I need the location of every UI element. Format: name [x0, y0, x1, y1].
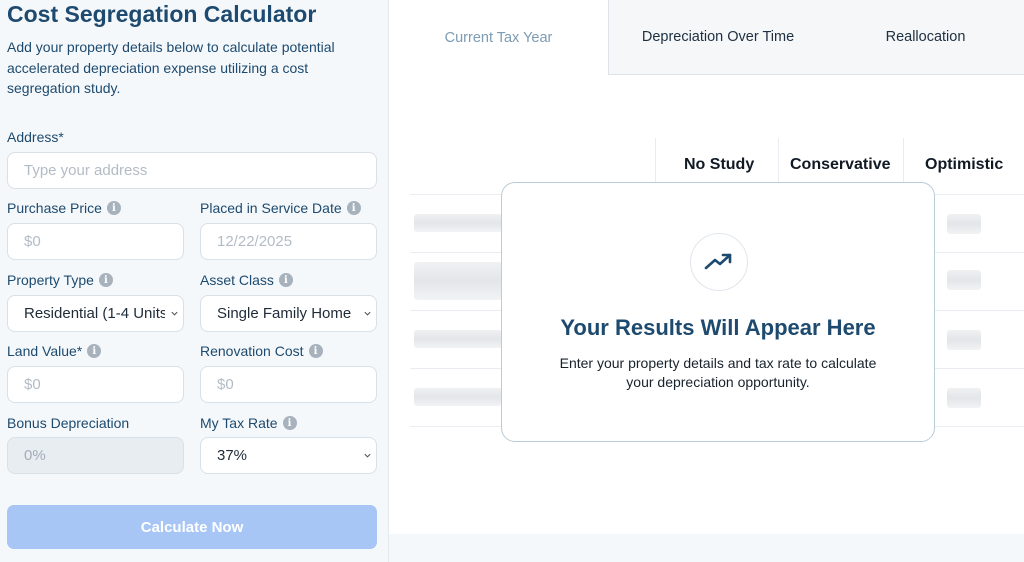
address-label-text: Address* [7, 129, 64, 145]
calculate-now-button[interactable]: Calculate Now [7, 505, 377, 549]
land-value-input[interactable]: $0 [7, 366, 184, 403]
results-placeholder-card: Your Results Will Appear Here Enter your… [501, 182, 935, 442]
land-value-label: Land Value* i [7, 343, 102, 359]
property-type-value: Residential (1-4 Units) [24, 305, 165, 322]
info-icon[interactable]: i [87, 344, 102, 358]
chevron-down-icon [171, 311, 178, 316]
asset-class-label: Asset Class i [200, 272, 293, 288]
tax-rate-label-text: My Tax Rate [200, 415, 278, 431]
skeleton-cell [947, 388, 981, 408]
tax-rate-select[interactable]: 37% [200, 437, 377, 474]
land-value-label-text: Land Value* [7, 343, 83, 359]
results-placeholder-title: Your Results Will Appear Here [560, 315, 876, 340]
purchase-price-input[interactable]: $0 [7, 223, 184, 260]
renovation-cost-label-text: Renovation Cost [200, 343, 304, 359]
column-header-optimistic: Optimistic [925, 156, 1004, 173]
renovation-cost-input[interactable]: $0 [200, 366, 377, 403]
page-description: Add your property details below to calcu… [7, 39, 335, 96]
placed-in-service-placeholder: 12/22/2025 [217, 233, 293, 250]
results-tabs: Current Tax Year Depreciation Over Time … [389, 0, 1024, 75]
skeleton-row-label [414, 388, 502, 406]
bonus-depreciation-input: 0% [7, 437, 184, 474]
property-type-select[interactable]: Residential (1-4 Units) [7, 295, 184, 332]
tax-rate-label: My Tax Rate i [200, 415, 297, 431]
address-input[interactable]: Type your address [7, 152, 377, 189]
placed-in-service-label: Placed in Service Date i [200, 200, 361, 216]
tax-rate-value: 37% [217, 447, 248, 464]
address-label: Address* [7, 129, 64, 145]
bonus-depreciation-label-text: Bonus Depreciation [7, 415, 130, 431]
asset-class-select[interactable]: Single Family Home [200, 295, 377, 332]
info-icon[interactable]: i [98, 273, 113, 287]
info-icon[interactable]: i [346, 201, 361, 215]
chevron-down-icon [364, 453, 371, 458]
property-type-label: Property Type i [7, 272, 113, 288]
page-title: Cost Segregation Calculator [7, 1, 317, 27]
info-icon[interactable]: i [308, 344, 323, 358]
info-icon[interactable]: i [278, 273, 293, 287]
placed-in-service-date-input[interactable]: 12/22/2025 [200, 223, 377, 260]
purchase-price-label: Purchase Price i [7, 200, 121, 216]
tab-label: Depreciation Over Time [641, 29, 795, 45]
skeleton-row-label [414, 214, 502, 232]
info-icon[interactable]: i [106, 201, 121, 215]
property-type-label-text: Property Type [7, 272, 94, 288]
asset-class-label-text: Asset Class [200, 272, 274, 288]
bonus-depreciation-label: Bonus Depreciation [7, 415, 129, 431]
calculator-form-panel: Cost Segregation Calculator Add your pro… [0, 0, 389, 562]
skeleton-cell [947, 270, 981, 290]
land-value-placeholder: $0 [24, 376, 41, 393]
footer-strip [389, 534, 1024, 562]
purchase-price-label-text: Purchase Price [7, 200, 102, 216]
tab-reallocation[interactable]: Reallocation [827, 0, 1024, 75]
asset-class-value: Single Family Home [217, 305, 352, 322]
chevron-down-icon [364, 311, 371, 316]
skeleton-cell [947, 214, 981, 234]
column-header-conservative: Conservative [790, 156, 891, 173]
skeleton-row-label [414, 262, 502, 300]
skeleton-cell [947, 330, 981, 350]
skeleton-row-label [414, 330, 502, 348]
tab-label: Reallocation [885, 29, 966, 45]
renovation-cost-placeholder: $0 [217, 376, 234, 393]
bonus-depreciation-value: 0% [24, 447, 46, 464]
tab-depreciation-over-time[interactable]: Depreciation Over Time [609, 0, 827, 75]
info-icon[interactable]: i [282, 416, 297, 430]
results-placeholder-subtitle: Enter your property details and tax rate… [559, 355, 877, 390]
placed-in-service-label-text: Placed in Service Date [200, 200, 342, 216]
purchase-price-placeholder: $0 [24, 233, 41, 250]
column-header-no-study: No Study [684, 156, 755, 173]
renovation-cost-label: Renovation Cost i [200, 343, 323, 359]
address-placeholder: Type your address [24, 162, 148, 179]
tab-label: Current Tax Year [444, 29, 553, 46]
trending-up-icon [690, 233, 748, 291]
tab-current-tax-year[interactable]: Current Tax Year [389, 0, 608, 75]
